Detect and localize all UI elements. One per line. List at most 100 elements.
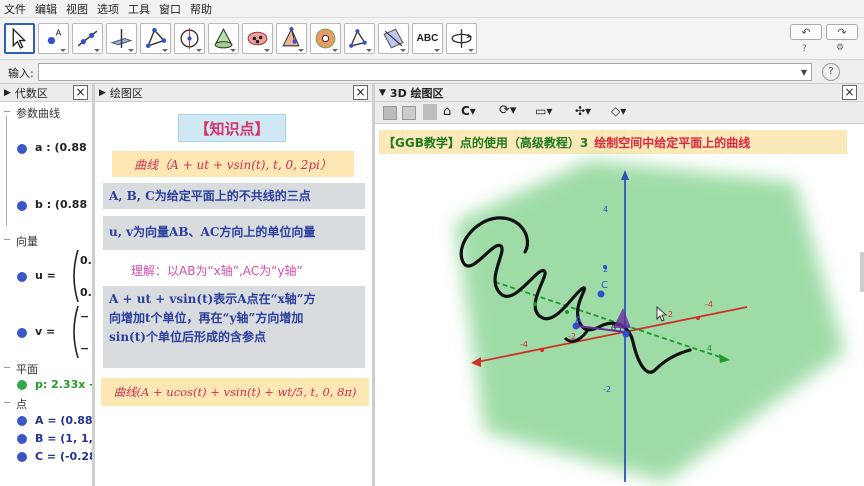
perpendicular-icon <box>110 29 133 48</box>
scene-3d[interactable]: 4 2 -2 -4 -2 -4 -2 4 0 C A B <box>375 102 864 486</box>
point-c[interactable] <box>597 290 605 298</box>
explanation-text-box[interactable]: A + ut + vsin(t)表示A点在“x轴”方 向增加t个单位，再在“y轴… <box>103 286 365 368</box>
plane-p-visibility-toggle[interactable] <box>17 380 27 390</box>
ellipse-points-icon <box>247 31 268 46</box>
point-a-item[interactable]: A = (0.88, <box>35 414 92 427</box>
menu-window[interactable]: 窗口 <box>159 1 181 17</box>
tree-line <box>6 116 7 226</box>
z-tick-4: 4 <box>603 205 608 214</box>
scrollbar[interactable] <box>860 252 864 292</box>
text-tool-label: ABC <box>416 33 439 44</box>
point-c-item[interactable]: C = (-0.28 <box>35 450 92 463</box>
intersect-tool-button[interactable] <box>208 23 239 54</box>
rotate-view-tool-button[interactable] <box>446 23 477 54</box>
group-curves[interactable]: 参数曲线 <box>4 105 60 121</box>
close-graphics-icon[interactable]: × <box>353 85 368 100</box>
pyramid-icon <box>282 27 300 47</box>
curve-expression-box[interactable]: 曲线（A + ut + vsin(t), t, 0, 2pi） <box>112 151 354 177</box>
menu-options[interactable]: 选项 <box>97 1 119 17</box>
group-points[interactable]: 点 <box>4 396 27 412</box>
vector-v-top: − <box>80 310 90 323</box>
point-marker[interactable] <box>603 265 607 269</box>
move-tool-button[interactable] <box>4 23 35 54</box>
x-axis-tick-dot <box>696 316 700 320</box>
polygon-icon <box>145 27 167 49</box>
knowledge-title-box[interactable]: 【知识点】 <box>178 114 286 142</box>
input-bar: 输入: ▼ ? <box>0 60 864 84</box>
matrix-bracket-icon <box>73 249 79 303</box>
collapse-icon[interactable]: ▶ <box>99 88 106 98</box>
line-tool-button[interactable] <box>72 23 103 54</box>
y-tick-neg2: -2 <box>665 310 673 319</box>
vector-u-item[interactable]: u = <box>35 269 56 282</box>
noncollinear-text-box[interactable]: A, B, C为给定平面上的不共线的三点 <box>103 183 365 209</box>
x-tick-neg4: -4 <box>520 340 528 349</box>
circle-tool-button[interactable] <box>174 23 205 54</box>
input-field[interactable]: ▼ <box>38 63 812 81</box>
y-tick-4: 4 <box>707 344 712 353</box>
y-axis-tick-dot <box>565 310 569 314</box>
menu-bar: 文件 编辑 视图 选项 工具 窗口 帮助 <box>0 0 864 18</box>
point-tool-button[interactable]: A <box>38 23 69 54</box>
plane-tool-button[interactable] <box>378 23 409 54</box>
vector-v-visibility-toggle[interactable] <box>17 328 27 338</box>
reflect-icon <box>349 29 367 48</box>
point-a-label: A <box>575 315 582 326</box>
redo-button[interactable]: ↷ <box>826 24 858 40</box>
curve-b-item[interactable]: b : (0.88 <box>35 198 87 211</box>
point-b-item[interactable]: B = (1, 1, <box>35 432 92 445</box>
unit-vector-text-box[interactable]: u, v为向量AB、AC方向上的单位向量 <box>103 216 365 250</box>
help-icon[interactable]: ? <box>802 44 807 54</box>
algebra-view: 参数曲线 a : (0.88 b : (0.88 向量 u = 0. 0. v … <box>0 102 92 486</box>
close-algebra-icon[interactable]: × <box>73 85 88 100</box>
vector-u-top: 0. <box>80 254 92 267</box>
plane-icon <box>383 28 404 49</box>
menu-help[interactable]: 帮助 <box>190 1 212 17</box>
group-vectors[interactable]: 向量 <box>4 233 38 249</box>
algebra-panel-header: ▶ 代数区 × <box>0 84 92 102</box>
gear-icon[interactable]: ⚙ <box>836 43 844 53</box>
vector-u-visibility-toggle[interactable] <box>17 272 27 282</box>
curve-a-visibility-toggle[interactable] <box>17 144 27 154</box>
sphere-icon <box>315 28 336 49</box>
point-icon: A <box>47 27 62 45</box>
group-plane[interactable]: 平面 <box>4 361 38 377</box>
point-c-visibility-toggle[interactable] <box>17 452 27 462</box>
graphics-view[interactable]: 【知识点】 曲线（A + ut + vsin(t), t, 0, 2pi） A,… <box>95 102 372 486</box>
collapse-icon[interactable]: ▶ <box>4 88 11 98</box>
menu-edit[interactable]: 编辑 <box>35 1 57 17</box>
point-b-visibility-toggle[interactable] <box>17 434 27 444</box>
helix-curve-box[interactable]: 曲线(A + ucos(t) + vsin(t) + wt/5, t, 0, 8… <box>101 378 369 406</box>
chevron-down-icon[interactable]: ▼ <box>801 68 807 77</box>
sphere-tool-button[interactable] <box>310 23 341 54</box>
understanding-text[interactable]: 理解：以AB为“x轴”,AC为“y轴” <box>131 262 303 279</box>
menu-tools[interactable]: 工具 <box>128 1 150 17</box>
plane-p-item[interactable]: p: 2.33x - <box>35 378 92 391</box>
explanation-line-1: A + ut + vsin(t)表示A点在“x轴”方 <box>109 292 316 306</box>
conic-tool-button[interactable] <box>242 23 273 54</box>
vector-v-item[interactable]: v = <box>35 325 55 338</box>
menu-file[interactable]: 文件 <box>4 1 26 17</box>
toolbar: A ABC ↶ ↷ ? ⚙ <box>0 18 864 60</box>
collapse-down-icon[interactable]: ▼ <box>379 88 386 98</box>
algebra-panel-title: 代数区 <box>14 86 48 100</box>
close-graphics3d-icon[interactable]: × <box>842 85 857 100</box>
text-tool-button[interactable]: ABC <box>412 23 443 54</box>
point-a-visibility-toggle[interactable] <box>17 416 27 426</box>
explanation-line-2: 向增加t个单位，再在“y轴”方向增加 <box>109 311 304 325</box>
plane-p-surface[interactable] <box>455 160 845 482</box>
polygon-tool-button[interactable] <box>140 23 171 54</box>
vector-u-bottom: 0. <box>80 286 92 299</box>
circle-icon <box>180 28 199 49</box>
input-help-icon[interactable]: ? <box>822 63 840 81</box>
curve-b-visibility-toggle[interactable] <box>17 201 27 211</box>
undo-button[interactable]: ↶ <box>790 24 822 40</box>
reflect-tool-button[interactable] <box>344 23 375 54</box>
graphics3d-view[interactable]: ⌂ C▾ ⟳▾ ▭▾ ✣▾ ◇▾ 【GGB教学】点的使用（高级教程）3 绘制空间… <box>375 102 864 486</box>
curve-a-item[interactable]: a : (0.88 <box>35 141 87 154</box>
x-axis-tick-dot <box>540 348 544 352</box>
menu-view[interactable]: 视图 <box>66 1 88 17</box>
pyramid-tool-button[interactable] <box>276 23 307 54</box>
input-label: 输入: <box>8 67 34 80</box>
perpendicular-tool-button[interactable] <box>106 23 137 54</box>
